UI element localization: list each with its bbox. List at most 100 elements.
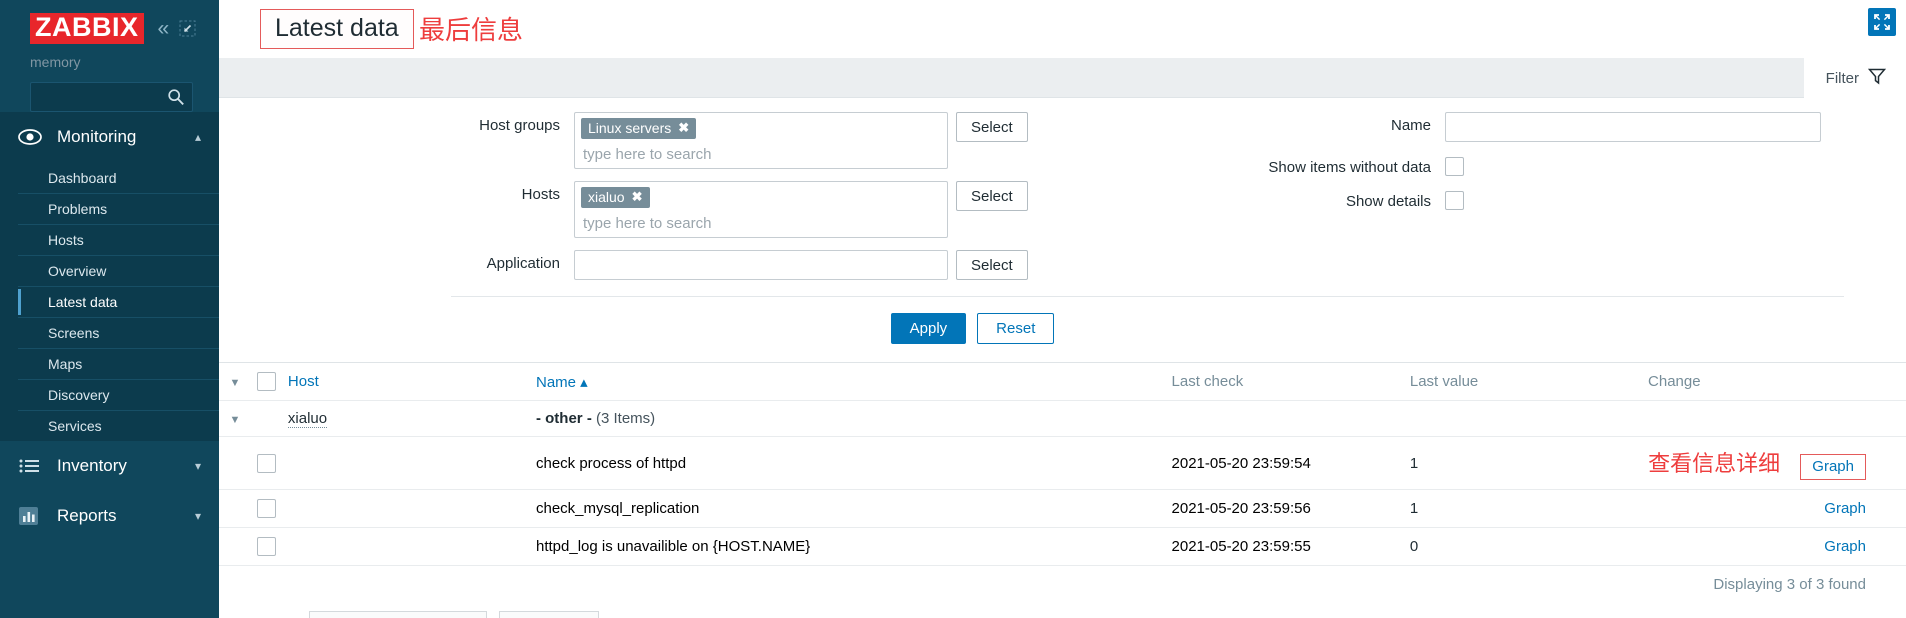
filter-tab[interactable]: Filter <box>1803 58 1906 98</box>
host-group-chip[interactable]: Linux servers ✖ <box>581 118 697 139</box>
hosts-select-button[interactable]: Select <box>956 181 1028 211</box>
name-input[interactable] <box>1445 112 1821 142</box>
chevron-down-icon[interactable]: ▾ <box>195 459 201 473</box>
zabbix-logo[interactable]: ZABBIX <box>30 12 144 44</box>
sidebar-item-services[interactable]: Services <box>18 410 219 441</box>
application-select-button[interactable]: Select <box>956 250 1028 280</box>
column-header-last-check: Last check <box>1165 363 1404 401</box>
table-footer-count: Displaying 3 of 3 found <box>1713 576 1866 593</box>
table-row: check_mysql_replication 2021-05-20 23:59… <box>219 489 1906 528</box>
show-items-without-data-checkbox[interactable] <box>1445 157 1464 176</box>
sidebar-item-hosts[interactable]: Hosts <box>18 224 219 255</box>
group-application-cell: - other - (3 Items) <box>529 400 1906 437</box>
select-all-checkbox[interactable] <box>256 372 276 391</box>
sidebar-search-wrap <box>0 74 219 112</box>
bar-chart-icon <box>18 506 50 526</box>
row-change-cell: 查看信息详细 Graph <box>1642 436 1906 490</box>
sidebar-submenu-monitoring: Dashboard Problems Hosts Overview Latest… <box>0 162 219 441</box>
chevrons-left-icon[interactable]: « <box>158 18 170 39</box>
filter-actions: Apply Reset <box>219 297 1906 362</box>
sidebar-item-overview[interactable]: Overview <box>18 255 219 286</box>
graph-link[interactable]: Graph <box>1824 538 1866 555</box>
page-title-highlight-box: Latest data <box>260 9 414 50</box>
host-chip-label: xialuo <box>588 189 625 205</box>
sidebar-group-monitoring[interactable]: Monitoring ▴ <box>0 112 219 162</box>
filter-funnel-icon[interactable] <box>1867 67 1887 90</box>
row-checkbox-cell <box>250 436 282 490</box>
sidebar-group-inventory[interactable]: Inventory ▾ <box>0 441 219 491</box>
apply-button[interactable]: Apply <box>890 313 967 344</box>
row-checkbox[interactable] <box>256 453 276 473</box>
hosts-placeholder[interactable]: type here to search <box>581 208 941 235</box>
annotation-latest-data-cn: 最后信息 <box>419 16 524 46</box>
hosts-multiselect[interactable]: xialuo ✖ type here to search <box>574 181 948 238</box>
host-groups-select-button[interactable]: Select <box>956 112 1028 142</box>
sidebar-group-label-inventory: Inventory <box>57 456 127 475</box>
column-header-host[interactable]: Host <box>281 363 530 401</box>
sidebar-header-icons: « <box>158 18 197 39</box>
filter-right-column: Name Show items without data Show detail… <box>1039 112 1906 292</box>
sidebar-group-reports[interactable]: Reports ▾ <box>0 491 219 541</box>
sidebar-item-label: Discovery <box>48 387 110 403</box>
group-application-name: - other - <box>535 410 592 427</box>
sidebar-item-label: Hosts <box>48 232 84 248</box>
bottom-button-1[interactable] <box>309 611 487 618</box>
sidebar: ZABBIX « memory Monitoring ▴ Dashboard P… <box>0 0 219 618</box>
filter-tab-label: Filter <box>1825 69 1859 87</box>
sidebar-item-label: Overview <box>48 263 107 279</box>
chevron-down-icon[interactable]: ▾ <box>195 509 201 523</box>
filter-row-hosts: Hosts xialuo ✖ type here to search Selec… <box>219 181 1039 238</box>
row-spacer <box>219 436 251 490</box>
sidebar-logo-row: ZABBIX « <box>0 0 219 46</box>
sidebar-item-dashboard[interactable]: Dashboard <box>18 162 219 193</box>
host-link[interactable]: xialuo <box>287 410 328 428</box>
application-input[interactable] <box>574 250 948 280</box>
close-icon[interactable]: ✖ <box>632 189 643 205</box>
hosts-label: Hosts <box>521 186 560 203</box>
graph-link[interactable]: Graph <box>1812 458 1854 475</box>
row-checkbox[interactable] <box>256 537 276 556</box>
show-details-checkbox[interactable] <box>1445 191 1464 210</box>
host-chip[interactable]: xialuo ✖ <box>581 187 650 208</box>
reset-button[interactable]: Reset <box>977 313 1055 344</box>
search-icon[interactable] <box>167 88 185 106</box>
row-checkbox-cell <box>250 527 282 566</box>
sidebar-item-discovery[interactable]: Discovery <box>18 379 219 410</box>
collapse-sidebar-icon[interactable] <box>179 20 196 37</box>
graph-link-highlight-box: Graph <box>1800 454 1866 480</box>
row-change-cell: Graph <box>1642 489 1906 528</box>
sidebar-item-screens[interactable]: Screens <box>18 317 219 348</box>
expand-kiosk-icon[interactable] <box>1868 8 1896 36</box>
filter-left-column: Host groups Linux servers ✖ type here to… <box>219 112 1039 292</box>
bottom-button-2[interactable] <box>499 611 599 618</box>
graph-link[interactable]: Graph <box>1824 500 1866 517</box>
column-header-name[interactable]: Name ▴ <box>529 363 1166 401</box>
host-groups-placeholder[interactable]: type here to search <box>581 139 941 166</box>
application-label: Application <box>486 255 560 272</box>
triangle-down-icon[interactable]: ▼ <box>230 377 241 389</box>
search-box[interactable] <box>30 82 193 112</box>
chevron-up-icon[interactable]: ▴ <box>195 130 201 144</box>
table-row: httpd_log is unavailible on {HOST.NAME} … <box>219 527 1906 566</box>
filter-row-host-groups: Host groups Linux servers ✖ type here to… <box>219 112 1039 169</box>
row-checkbox-cell <box>250 489 282 528</box>
close-icon[interactable]: ✖ <box>678 120 689 136</box>
show-details-label: Show details <box>1345 193 1431 210</box>
bottom-action-strip <box>219 603 1906 618</box>
sidebar-group-label-monitoring: Monitoring <box>57 127 137 146</box>
main-content: Latest data 最后信息 Filter Host groups Linu… <box>219 0 1906 618</box>
row-last-check: 2021-05-20 23:59:56 <box>1165 489 1404 528</box>
host-groups-multiselect[interactable]: Linux servers ✖ type here to search <box>574 112 948 169</box>
sort-asc-icon[interactable]: ▴ <box>580 374 588 391</box>
triangle-down-icon[interactable]: ▼ <box>230 414 241 426</box>
latest-data-table: ▼ Host Name ▴ Last check Last value Chan… <box>219 363 1906 566</box>
zabbix-latest-data-page: ZABBIX « memory Monitoring ▴ Dashboard P… <box>0 0 1906 618</box>
row-last-check: 2021-05-20 23:59:55 <box>1165 527 1404 566</box>
sidebar-item-problems[interactable]: Problems <box>18 193 219 224</box>
row-checkbox[interactable] <box>256 499 276 518</box>
row-item-name: httpd_log is unavailible on {HOST.NAME} <box>529 527 1166 566</box>
sidebar-item-maps[interactable]: Maps <box>18 348 219 379</box>
sidebar-item-label: Services <box>48 418 102 434</box>
row-host-cell <box>281 436 530 490</box>
sidebar-item-latest-data[interactable]: Latest data <box>18 286 219 317</box>
